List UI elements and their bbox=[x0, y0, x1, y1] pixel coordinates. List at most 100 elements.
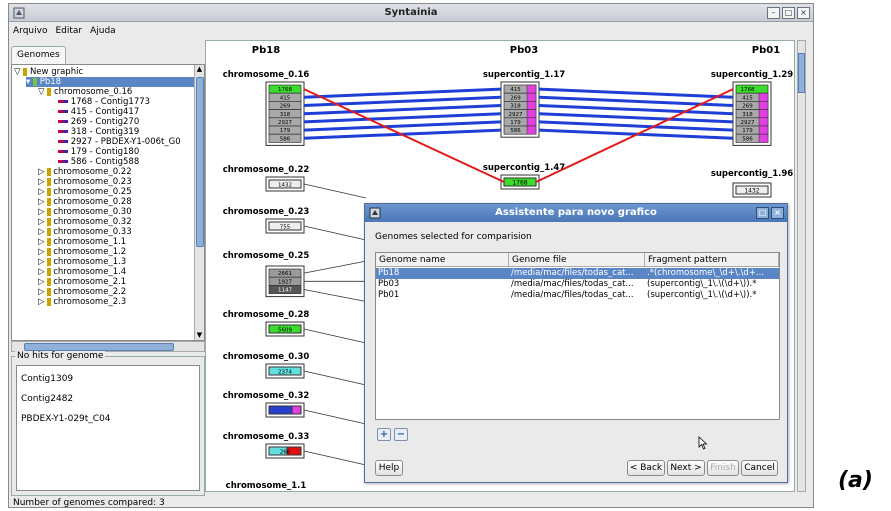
synteny-link[interactable] bbox=[538, 87, 734, 99]
next-button[interactable]: Next > bbox=[667, 460, 705, 476]
synteny-link[interactable] bbox=[538, 120, 734, 132]
tree-contig[interactable]: 269 - Contig270 bbox=[58, 117, 139, 127]
chromosome-label: chromosome_0.23 bbox=[223, 207, 310, 217]
help-button[interactable]: Help bbox=[375, 460, 403, 476]
synteny-link[interactable] bbox=[303, 183, 367, 199]
tree-item-chromosome[interactable]: ▷ chromosome_0.22 bbox=[38, 167, 132, 177]
dialog-maximize-button[interactable]: □ bbox=[756, 207, 769, 219]
fragment-value: 5609 bbox=[278, 328, 292, 334]
synteny-link[interactable] bbox=[303, 409, 367, 425]
tab-genomes[interactable]: Genomes bbox=[11, 46, 66, 64]
table-cell-name: Pb03 bbox=[378, 279, 400, 289]
dialog-close-button[interactable]: × bbox=[771, 207, 784, 219]
back-button[interactable]: < Back bbox=[627, 460, 665, 476]
table-cell-pattern: (supercontig\_1\.\(\d+\)).* bbox=[647, 290, 757, 300]
expand-icon[interactable]: ▷ bbox=[38, 267, 47, 277]
column-header-fragment-pattern[interactable]: Fragment pattern bbox=[645, 253, 779, 267]
canvas-scroll-thumb[interactable] bbox=[798, 53, 805, 93]
synteny-link[interactable] bbox=[538, 95, 734, 107]
synteny-link[interactable] bbox=[303, 104, 502, 116]
synteny-link[interactable] bbox=[303, 87, 502, 99]
cancel-button[interactable]: Cancel bbox=[741, 460, 778, 476]
tree-scroll-thumb[interactable] bbox=[196, 77, 204, 247]
synteny-link[interactable] bbox=[303, 450, 367, 466]
folder-icon bbox=[23, 67, 28, 76]
tree-item-chromosome[interactable]: ▷ chromosome_1.4 bbox=[38, 267, 126, 277]
tree-contig[interactable]: 2927 - PBDEX-Y1-006t_G0 bbox=[58, 137, 181, 147]
fragment-value: 755 bbox=[280, 225, 291, 231]
tree-contig[interactable]: 318 - Contig319 bbox=[58, 127, 139, 137]
expand-icon[interactable]: ▷ bbox=[38, 247, 47, 257]
no-hits-item[interactable]: Contig1309 bbox=[21, 374, 73, 384]
tree-item-chromosome[interactable]: ▷ chromosome_1.2 bbox=[38, 247, 126, 257]
close-button[interactable]: × bbox=[797, 7, 810, 19]
column-header-genome-name[interactable]: Genome name bbox=[376, 253, 509, 267]
menu-editar[interactable]: Editar bbox=[55, 26, 82, 36]
tree-item-chromosome[interactable]: ▷ chromosome_0.30 bbox=[38, 207, 132, 217]
tree-item-chromosome[interactable]: ▷ chromosome_0.32 bbox=[38, 217, 132, 227]
tree-item-pb18[interactable]: ▾ Pb18 bbox=[26, 77, 196, 87]
scroll-up-icon[interactable]: ▲ bbox=[195, 65, 204, 74]
expand-icon[interactable]: ▷ bbox=[38, 287, 47, 297]
fragment-value: 1432 bbox=[278, 183, 292, 189]
tree-item-chromosome[interactable]: ▽ chromosome_0.16 bbox=[38, 87, 132, 97]
expand-icon[interactable]: ▷ bbox=[38, 257, 47, 267]
tree-contig[interactable]: 1768 - Contig1773 bbox=[58, 97, 150, 107]
tree-item-chromosome[interactable]: ▷ chromosome_0.25 bbox=[38, 187, 132, 197]
window-title: Syntainia bbox=[384, 7, 438, 18]
expand-icon[interactable]: ▷ bbox=[38, 297, 47, 307]
expand-icon[interactable]: ▷ bbox=[38, 207, 47, 217]
menu-bar: Arquivo Editar Ajuda bbox=[9, 23, 813, 39]
finish-button[interactable]: Finish bbox=[707, 460, 739, 476]
expand-icon[interactable]: ▾ bbox=[26, 77, 30, 87]
canvas-scrollbar[interactable] bbox=[797, 40, 806, 492]
expand-icon[interactable]: ▷ bbox=[38, 197, 47, 207]
menu-arquivo[interactable]: Arquivo bbox=[13, 26, 47, 36]
table-row[interactable]: Pb03 /media/mac/files/todas_cat... (supe… bbox=[376, 279, 779, 290]
scroll-down-icon[interactable]: ▼ bbox=[195, 331, 204, 340]
tree-contig[interactable]: 586 - Contig588 bbox=[58, 157, 139, 167]
synteny-link[interactable] bbox=[303, 289, 367, 302]
tree-item-chromosome[interactable]: ▷ chromosome_0.28 bbox=[38, 197, 132, 207]
expand-icon[interactable]: ▽ bbox=[14, 67, 21, 77]
no-hits-item[interactable]: PBDEX-Y1-029t_C04 bbox=[21, 414, 111, 424]
tree-item-chromosome[interactable]: ▷ chromosome_1.1 bbox=[38, 237, 126, 247]
add-genome-button[interactable]: + bbox=[377, 428, 391, 441]
maximize-button[interactable]: □ bbox=[782, 7, 795, 19]
no-hits-item[interactable]: Contig2482 bbox=[21, 394, 73, 404]
synteny-link[interactable] bbox=[303, 370, 367, 386]
tree-item-chromosome[interactable]: ▷ chromosome_1.3 bbox=[38, 257, 126, 267]
expand-icon[interactable]: ▽ bbox=[38, 87, 45, 97]
tree-contig[interactable]: 179 - Contig180 bbox=[58, 147, 139, 157]
synteny-link[interactable] bbox=[538, 104, 734, 116]
tree-hscroll-thumb[interactable] bbox=[24, 343, 174, 351]
expand-icon[interactable]: ▷ bbox=[38, 277, 47, 287]
synteny-link[interactable] bbox=[303, 95, 502, 107]
synteny-link[interactable] bbox=[303, 328, 367, 344]
tree-vertical-scrollbar[interactable]: ▲ ▼ bbox=[194, 65, 204, 340]
remove-genome-button[interactable]: − bbox=[394, 428, 408, 441]
synteny-link[interactable] bbox=[303, 260, 367, 274]
minimize-button[interactable]: – bbox=[767, 7, 780, 19]
expand-icon[interactable]: ▷ bbox=[38, 167, 47, 177]
table-row[interactable]: Pb01 /media/mac/files/todas_cat... (supe… bbox=[376, 290, 779, 301]
expand-icon[interactable]: ▷ bbox=[38, 227, 47, 237]
synteny-link[interactable] bbox=[303, 112, 502, 124]
tree-contig[interactable]: 415 - Contig417 bbox=[58, 107, 139, 117]
tree-item-chromosome[interactable]: ▷ chromosome_2.1 bbox=[38, 277, 126, 287]
expand-icon[interactable]: ▷ bbox=[38, 237, 47, 247]
expand-icon[interactable]: ▷ bbox=[38, 187, 47, 197]
expand-icon[interactable]: ▷ bbox=[38, 177, 47, 187]
tree-item-chromosome[interactable]: ▷ chromosome_2.2 bbox=[38, 287, 126, 297]
tree-item-chromosome[interactable]: ▷ chromosome_2.3 bbox=[38, 297, 126, 307]
tree-root[interactable]: ▽ New graphic bbox=[14, 67, 83, 77]
synteny-link[interactable] bbox=[303, 225, 367, 241]
table-row[interactable]: Pb18 /media/mac/files/todas_cat... .*(ch… bbox=[376, 268, 779, 279]
expand-icon[interactable]: ▷ bbox=[38, 217, 47, 227]
synteny-link[interactable] bbox=[538, 112, 734, 124]
synteny-link[interactable] bbox=[303, 120, 502, 132]
menu-ajuda[interactable]: Ajuda bbox=[90, 26, 116, 36]
tree-item-chromosome[interactable]: ▷ chromosome_0.23 bbox=[38, 177, 132, 187]
tree-item-chromosome[interactable]: ▷ chromosome_0.33 bbox=[38, 227, 132, 237]
column-header-genome-file[interactable]: Genome file bbox=[509, 253, 645, 267]
